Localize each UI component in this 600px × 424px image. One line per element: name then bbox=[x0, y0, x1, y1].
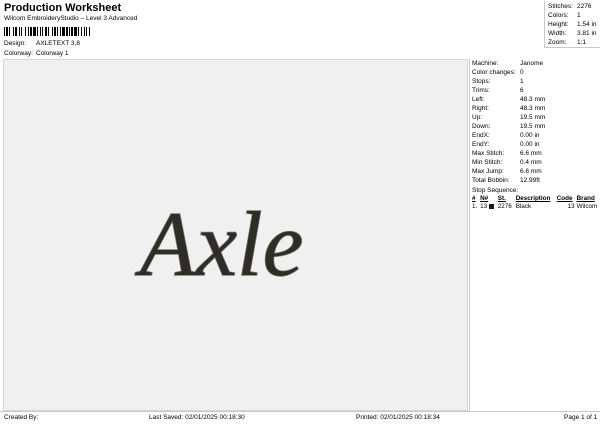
col-header-needle: N# bbox=[480, 194, 489, 202]
colorway-label: Colorway: bbox=[4, 50, 33, 57]
info-label: Max Stitch: bbox=[472, 150, 505, 158]
stat-label: Stitches: bbox=[548, 3, 573, 11]
info-color-changes: Color changes: 0 bbox=[472, 69, 600, 78]
info-max-stitch: Max Stitch: 6.6 mm bbox=[472, 150, 600, 159]
design-value: AXLETEXT 3,8 bbox=[36, 40, 80, 47]
design-preview-svg: Axle bbox=[133, 192, 304, 295]
info-total-bobbin: Total Bobbin: 12.99ft bbox=[472, 177, 600, 186]
info-trims: Trims: 6 bbox=[472, 87, 600, 96]
embroidery-text: Axle bbox=[134, 193, 303, 295]
stop-sequence-table: # N# St. Description Code Brand 1. 13 22… bbox=[471, 195, 600, 211]
stop-sequence-header-row: # N# St. Description Code Brand bbox=[471, 195, 600, 203]
info-label: Min Stitch: bbox=[472, 159, 503, 167]
stat-height: Height: 1.54 in bbox=[548, 21, 600, 30]
design-label: Design: bbox=[4, 40, 27, 47]
info-label: Total Bobbin: bbox=[472, 177, 510, 185]
row-description: Black bbox=[515, 202, 532, 210]
info-value: 48.3 mm bbox=[520, 105, 546, 113]
row-code: 13 bbox=[567, 202, 575, 210]
stat-width: Width: 3.81 in bbox=[548, 30, 600, 39]
row-brand: Wilcom bbox=[576, 202, 598, 210]
machine-info-panel: Machine: Janome Color changes: 0 Stops: 1 T… bbox=[469, 59, 600, 411]
info-value: 19.5 mm bbox=[520, 123, 546, 131]
created-by: Created By: bbox=[4, 414, 39, 421]
stat-label: Zoom: bbox=[548, 39, 567, 47]
row-num: 1. bbox=[472, 202, 478, 210]
page-number: Page 1 of 1 bbox=[564, 414, 598, 421]
stats-box: Stitches: 2276 Colors: 1 Height: 1.54 in Wi… bbox=[544, 1, 600, 48]
info-label: Machine: bbox=[472, 60, 499, 68]
barcode bbox=[4, 27, 100, 36]
colorway-value: Colorway 1 bbox=[36, 50, 69, 57]
stat-zoom: Zoom: 1:1 bbox=[548, 39, 600, 48]
stat-colors: Colors: 1 bbox=[548, 12, 600, 21]
stat-value: 1 bbox=[577, 12, 581, 20]
last-saved: Last Saved: 02/01/2025 00:18:30 bbox=[149, 414, 245, 421]
info-value: 6.6 mm bbox=[520, 150, 542, 158]
col-header-code: Code bbox=[556, 194, 573, 202]
info-up: Up: 19.5 mm bbox=[472, 114, 600, 123]
stat-label: Width: bbox=[548, 30, 567, 38]
info-max-jump: Max Jump: 6.6 mm bbox=[472, 168, 600, 177]
info-value: 0.4 mm bbox=[520, 159, 542, 167]
info-value: 12.99ft bbox=[520, 177, 540, 185]
info-label: EndX: bbox=[472, 132, 490, 140]
info-label: EndY: bbox=[472, 141, 490, 149]
stat-label: Colors: bbox=[548, 12, 569, 20]
row-stitches: 2276 bbox=[497, 202, 512, 210]
stat-value: 1:1 bbox=[577, 39, 587, 47]
info-machine: Machine: Janome bbox=[472, 60, 600, 69]
stat-label: Height: bbox=[548, 21, 569, 29]
col-header-num: # bbox=[472, 194, 476, 202]
design-preview: Axle bbox=[3, 59, 468, 411]
page-title: Production Worksheet bbox=[4, 2, 122, 14]
info-value: 1 bbox=[520, 78, 524, 86]
info-value: 0.00 in bbox=[520, 141, 540, 149]
info-label: Left: bbox=[472, 96, 485, 104]
info-label: Trims: bbox=[472, 87, 490, 95]
stat-value: 1.54 in bbox=[577, 21, 597, 29]
info-label: Right: bbox=[472, 105, 489, 113]
info-left: Left: 48.3 mm bbox=[472, 96, 600, 105]
footer: Created By: Last Saved: 02/01/2025 00:18… bbox=[0, 411, 600, 424]
info-endx: EndX: 0.00 in bbox=[472, 132, 600, 141]
info-label: Up: bbox=[472, 114, 483, 122]
info-endy: EndY: 0.00 in bbox=[472, 141, 600, 150]
stat-value: 2276 bbox=[577, 3, 592, 11]
info-down: Down: 19.5 mm bbox=[472, 123, 600, 132]
col-header-description: Description bbox=[515, 194, 551, 202]
info-value: 6.6 mm bbox=[520, 168, 542, 176]
row-needle: 13 bbox=[480, 202, 488, 210]
info-label: Stops: bbox=[472, 78, 491, 86]
col-header-brand: Brand bbox=[576, 194, 595, 202]
col-header-stitches: St. bbox=[497, 194, 506, 202]
info-label: Down: bbox=[472, 123, 491, 131]
info-value: Janome bbox=[520, 60, 544, 68]
stat-stitches: Stitches: 2276 bbox=[548, 3, 600, 12]
software-subtitle: Wilcom EmbroideryStudio – Level 3 Advanc… bbox=[4, 15, 138, 22]
info-value: 48.3 mm bbox=[520, 96, 546, 104]
info-label: Max Jump: bbox=[472, 168, 504, 176]
info-label: Color changes: bbox=[472, 69, 516, 77]
printed-date: Printed: 02/01/2025 00:18:34 bbox=[356, 414, 440, 421]
info-min-stitch: Min Stitch: 0.4 mm bbox=[472, 159, 600, 168]
info-value: 6 bbox=[520, 87, 524, 95]
colorway-row: Colorway: Colorway 1 bbox=[4, 50, 69, 58]
info-value: 19.5 mm bbox=[520, 114, 546, 122]
info-stops: Stops: 1 bbox=[472, 78, 600, 87]
color-swatch bbox=[488, 203, 494, 209]
design-row: Design: AXLETEXT 3,8 bbox=[4, 40, 80, 48]
info-right: Right: 48.3 mm bbox=[472, 105, 600, 114]
table-row: 1. 13 2276 Black 13 Wilcom bbox=[471, 203, 600, 211]
row-needle-cell: 13 bbox=[479, 203, 497, 211]
stat-value: 3.81 in bbox=[577, 30, 597, 38]
info-value: 0 bbox=[520, 69, 524, 77]
barcode-gap bbox=[90, 27, 91, 36]
info-value: 0.00 in bbox=[520, 132, 540, 140]
